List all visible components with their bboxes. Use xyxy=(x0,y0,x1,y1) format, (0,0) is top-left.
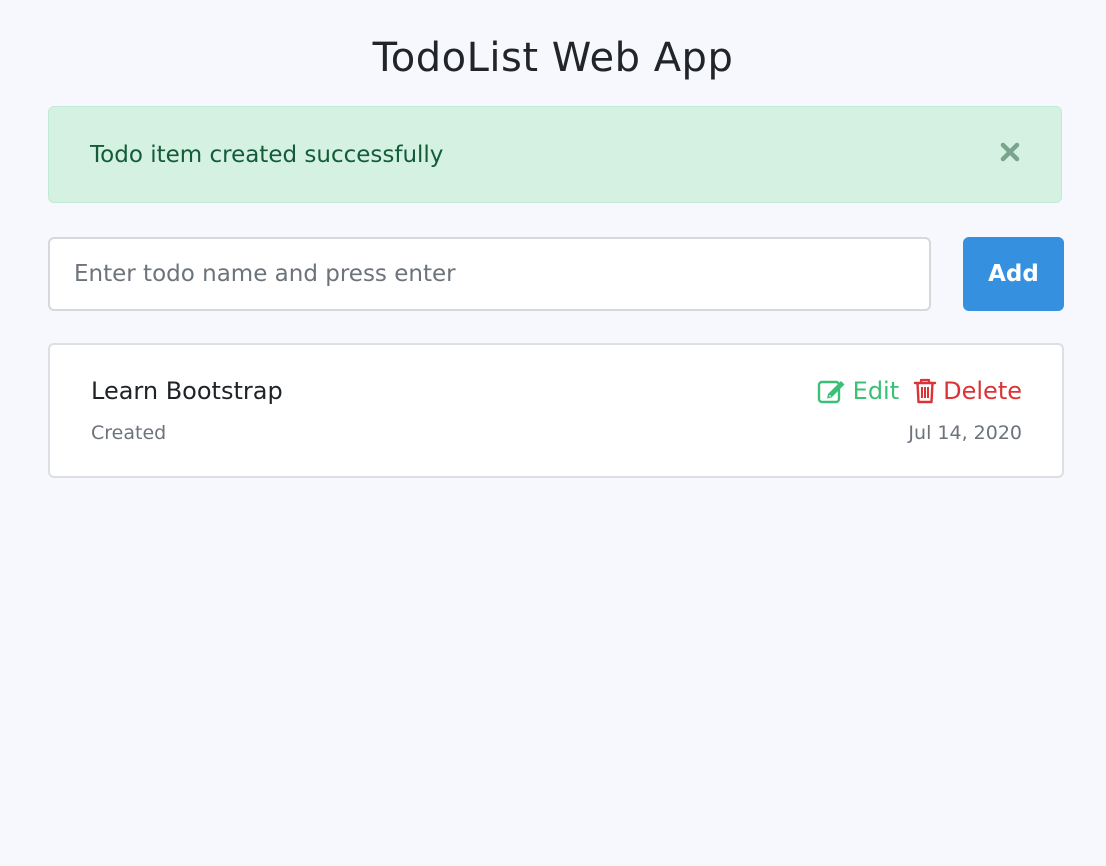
todo-item-card: Learn Bootstrap Edit Delete Created Jul … xyxy=(48,343,1064,478)
app-container: TodoList Web App Todo item created succe… xyxy=(0,0,1106,866)
trash-icon xyxy=(913,378,937,404)
edit-label: Edit xyxy=(852,377,900,405)
edit-icon xyxy=(817,380,845,404)
delete-label: Delete xyxy=(943,377,1022,405)
todo-item-date: Jul 14, 2020 xyxy=(908,422,1022,444)
edit-button[interactable]: Edit xyxy=(817,375,899,407)
todo-item-name: Learn Bootstrap xyxy=(91,377,283,405)
todo-name-input[interactable] xyxy=(48,237,931,311)
close-icon[interactable] xyxy=(997,137,1023,167)
add-button[interactable]: Add xyxy=(963,237,1064,311)
success-alert: Todo item created successfully xyxy=(48,106,1062,203)
todo-item-actions: Edit Delete xyxy=(817,375,1022,407)
page-title: TodoList Web App xyxy=(372,35,734,81)
alert-message: Todo item created successfully xyxy=(90,142,444,168)
delete-button[interactable]: Delete xyxy=(913,375,1022,407)
todo-item-status: Created xyxy=(91,422,167,444)
